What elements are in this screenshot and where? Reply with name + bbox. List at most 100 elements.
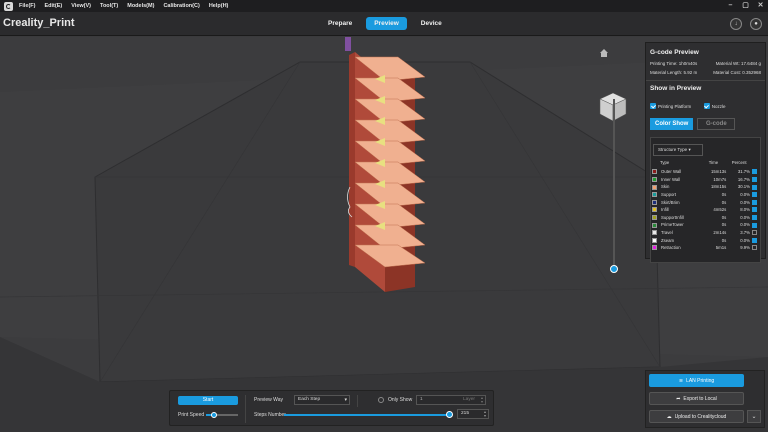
steps-number-value: 215 bbox=[461, 411, 470, 416]
print-speed-slider[interactable] bbox=[206, 412, 238, 418]
divider bbox=[357, 395, 358, 407]
structure-type-percent: 16.7% bbox=[737, 176, 750, 182]
structure-type-name: Infill bbox=[661, 207, 669, 213]
structure-type-name: Travel bbox=[661, 230, 673, 236]
print-speed-knob[interactable] bbox=[211, 412, 217, 418]
main-tabs: Prepare Preview Device bbox=[320, 17, 450, 30]
structure-visibility-checkbox[interactable] bbox=[752, 199, 757, 205]
layer-slider-knob[interactable] bbox=[610, 265, 618, 273]
download-icon[interactable]: ↓ bbox=[730, 18, 742, 30]
stepper-icon[interactable]: ▴ ▾ bbox=[484, 410, 486, 418]
tab-prepare[interactable]: Prepare bbox=[320, 17, 360, 30]
col-percent: Percent bbox=[731, 160, 747, 165]
wifi-icon: ≋ bbox=[678, 377, 684, 384]
preview-mode-buttons: Color Show G-code bbox=[646, 115, 765, 133]
printing-time-row: Printing Time: 1h0m40s Material Wt: 17.6… bbox=[646, 59, 765, 68]
color-swatch bbox=[652, 169, 657, 175]
printing-time-value: 1h0m40s bbox=[678, 61, 698, 66]
home-view-icon[interactable] bbox=[600, 49, 608, 57]
menu-calibration[interactable]: Calibration(C) bbox=[163, 3, 199, 9]
structure-visibility-checkbox[interactable] bbox=[752, 184, 757, 190]
structure-table: Structure Type ▾ Type Time Percent Outer… bbox=[650, 137, 761, 263]
structure-type-time: 18m15s bbox=[710, 184, 727, 190]
color-swatch bbox=[652, 199, 657, 205]
lan-printing-button[interactable]: ≋ LAN Printing bbox=[649, 374, 744, 387]
print-speed-label: Print Speed bbox=[178, 412, 205, 418]
only-show-layer-input[interactable]: 1 Layer ▴ ▾ bbox=[416, 395, 486, 405]
share-arrow-icon: ➦ bbox=[676, 395, 681, 402]
only-show-radio[interactable] bbox=[378, 397, 384, 403]
structure-visibility-checkbox[interactable] bbox=[752, 169, 757, 175]
structure-visibility-checkbox[interactable] bbox=[752, 237, 757, 243]
playback-controls: Start Print Speed Preview Way Each Step … bbox=[169, 390, 494, 426]
export-to-local-button[interactable]: ➦ Export to Local bbox=[649, 392, 744, 405]
structure-visibility-checkbox[interactable] bbox=[752, 222, 757, 228]
tab-preview[interactable]: Preview bbox=[366, 17, 407, 30]
divider bbox=[646, 80, 765, 81]
structure-type-time: 2m14s bbox=[713, 230, 727, 236]
menu-view[interactable]: View(V) bbox=[71, 3, 91, 9]
material-cost-label: Material Cost: bbox=[713, 70, 741, 75]
table-row: Skirt/Brim 0s 0.0% bbox=[651, 198, 760, 206]
table-row: PrimeTower 0s 0.0% bbox=[651, 221, 760, 229]
window-controls: – ▢ ✕ bbox=[723, 0, 768, 12]
structure-type-name: Zseam bbox=[661, 237, 675, 243]
structure-visibility-checkbox[interactable] bbox=[752, 177, 757, 183]
structure-type-name: Outer Wall bbox=[661, 169, 682, 175]
export-panel: ≋ LAN Printing ➦ Export to Local ☁ Upload t… bbox=[645, 370, 765, 428]
menu-file[interactable]: File(F) bbox=[19, 3, 36, 9]
preview-toggles: Printing Platform Nozzle bbox=[646, 95, 765, 115]
structure-visibility-checkbox[interactable] bbox=[752, 245, 757, 251]
table-row: Support 0s 0.0% bbox=[651, 191, 760, 199]
menu-bar: File(F) Edit(E) View(V) Tool(T) Models(M… bbox=[0, 0, 768, 12]
check-icon bbox=[703, 103, 710, 109]
upload-cloud-button[interactable]: ☁ Upload to Crealitycloud bbox=[649, 410, 744, 423]
table-row: Outer Wall 15m13s 31.7% bbox=[651, 168, 760, 176]
close-icon[interactable]: ✕ bbox=[753, 0, 768, 12]
stepper-icon[interactable]: ▴ ▾ bbox=[481, 396, 483, 404]
structure-type-percent: 0.0% bbox=[740, 199, 750, 205]
tab-device[interactable]: Device bbox=[413, 17, 450, 30]
cloud-icon: ☁ bbox=[666, 413, 672, 420]
color-swatch bbox=[652, 215, 657, 221]
start-button[interactable]: Start bbox=[178, 396, 238, 405]
show-in-preview-title: Show in Preview bbox=[650, 85, 702, 92]
steps-slider[interactable] bbox=[284, 411, 453, 418]
structure-visibility-checkbox[interactable] bbox=[752, 192, 757, 198]
structure-visibility-checkbox[interactable] bbox=[752, 230, 757, 236]
layer-slider[interactable] bbox=[610, 99, 618, 273]
color-show-button[interactable]: Color Show bbox=[650, 118, 694, 130]
gcode-button[interactable]: G-code bbox=[697, 118, 736, 130]
structure-type-select[interactable]: Structure Type ▾ bbox=[653, 144, 703, 156]
menu-help[interactable]: Help(H) bbox=[209, 3, 229, 9]
gcode-preview-title: G-code Preview bbox=[650, 49, 699, 56]
minimize-icon[interactable]: – bbox=[723, 0, 738, 12]
menu-edit[interactable]: Edit(E) bbox=[45, 3, 63, 9]
color-swatch bbox=[652, 177, 657, 183]
structure-type-name: Skirt/Brim bbox=[661, 199, 680, 205]
chevron-down-icon: ▾ bbox=[688, 147, 691, 152]
menu-models[interactable]: Models(M) bbox=[127, 3, 154, 9]
nozzle-checkbox[interactable]: Nozzle bbox=[703, 103, 725, 109]
structure-type-time: 0s bbox=[721, 199, 727, 205]
lan-printing-label: LAN Printing bbox=[686, 377, 715, 384]
table-row: Inner Wall 10m7s 16.7% bbox=[651, 176, 760, 184]
preview-way-select[interactable]: Each Step bbox=[294, 395, 350, 405]
color-swatch bbox=[652, 184, 657, 190]
structure-visibility-checkbox[interactable] bbox=[752, 207, 757, 213]
table-row: SupportInfill 0s 0.0% bbox=[651, 214, 760, 222]
color-swatch bbox=[652, 230, 657, 236]
user-icon[interactable]: ● bbox=[750, 18, 762, 30]
structure-type-percent: 0.0% bbox=[740, 222, 750, 228]
structure-visibility-checkbox[interactable] bbox=[752, 215, 757, 221]
preview-way-label: Preview Way bbox=[254, 397, 283, 403]
printing-platform-checkbox[interactable]: Printing Platform bbox=[650, 103, 691, 109]
structure-type-name: Support bbox=[661, 192, 677, 198]
steps-number-input[interactable]: 215 ▴ ▾ bbox=[457, 409, 489, 419]
steps-slider-knob[interactable] bbox=[446, 411, 453, 418]
chevron-down-icon[interactable]: ⌄ bbox=[747, 410, 761, 423]
layer-unit-label: Layer bbox=[463, 397, 475, 402]
structure-type-percent: 9.9% bbox=[740, 245, 750, 251]
maximize-icon[interactable]: ▢ bbox=[738, 0, 753, 12]
menu-tool[interactable]: Tool(T) bbox=[100, 3, 118, 9]
